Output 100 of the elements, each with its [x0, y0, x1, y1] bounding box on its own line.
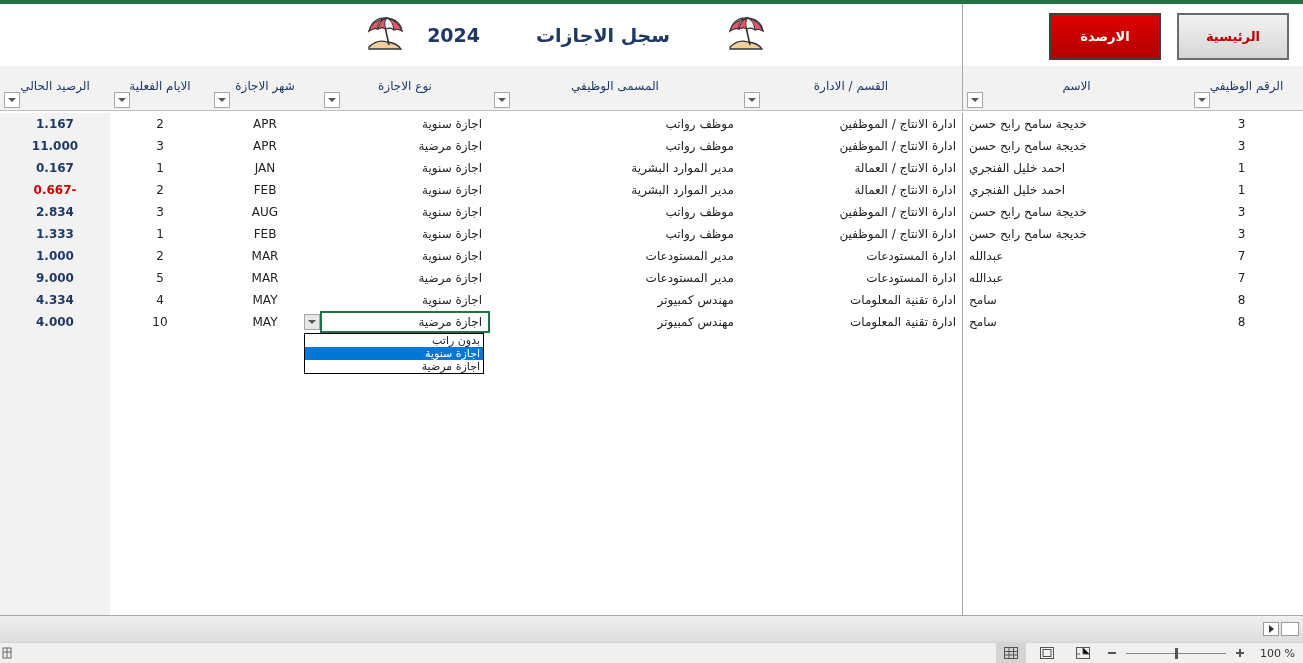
employee-id-cell: 7 [1237, 249, 1246, 263]
normal-view-button[interactable] [996, 643, 1027, 663]
days-cell: 2 [156, 249, 164, 263]
name-cell: احمد خليل الفنجري [969, 161, 1066, 175]
grid-icon [1004, 647, 1019, 659]
filter-button[interactable] [114, 92, 130, 108]
leave-type-cell-text: اجازة سنوية [422, 249, 483, 263]
filter-button[interactable] [214, 92, 230, 108]
leave-month-cell: MAY [252, 293, 278, 307]
filter-button[interactable] [324, 92, 340, 108]
dropdown-option[interactable]: بدون راتب [305, 334, 483, 347]
filter-button[interactable] [1194, 92, 1210, 108]
column-header: الاسم [1062, 79, 1091, 93]
job-title-cell: مدير المستودعات [645, 249, 734, 263]
employee-id-cell: 8 [1237, 293, 1246, 307]
days-cell: 2 [156, 117, 164, 131]
department-cell: ادارة الانتاج / الموظفين [839, 227, 956, 241]
leave-month-cell: AUG [251, 205, 279, 219]
employee-id-cell: 1 [1237, 161, 1246, 175]
dropdown-button[interactable] [304, 314, 320, 330]
name-cell: سامح [969, 293, 997, 307]
leave-month-cell: MAY [252, 315, 278, 329]
filter-button[interactable] [4, 92, 20, 108]
balance-cell: 4.334 [36, 293, 74, 307]
leave-month-cell: MAR [251, 271, 279, 285]
employee-id-cell: 3 [1237, 205, 1246, 219]
balance-cell: 1.167 [36, 117, 74, 131]
days-cell: 4 [156, 293, 164, 307]
employee-id-cell: 8 [1237, 315, 1246, 329]
job-title-cell: موظف رواتب [665, 117, 734, 131]
days-cell: 5 [156, 271, 164, 285]
balances-button[interactable]: الارصدة [1049, 13, 1161, 60]
leave-type-cell-text: اجازة سنوية [422, 227, 483, 241]
department-cell: ادارة تقنية المعلومات [849, 315, 956, 329]
leave-type-cell-text: اجازة سنوية [422, 161, 483, 175]
department-cell: ادارة الانتاج / العمالة [854, 183, 956, 197]
department-cell: ادارة الانتاج / الموظفين [839, 205, 956, 219]
column-header: الرصيد الحالي [20, 79, 90, 93]
department-cell: ادارة الانتاج / الموظفين [839, 139, 956, 153]
job-title-cell: مدير الموارد البشرية [631, 183, 734, 197]
department-cell: ادارة تقنية المعلومات [849, 293, 956, 307]
balance-cell: 1.333 [36, 227, 74, 241]
leave-month-cell: JAN [254, 161, 276, 175]
horizontal-scrollbar[interactable] [1281, 622, 1299, 636]
name-cell: احمد خليل الفنجري [969, 183, 1066, 197]
days-cell: 3 [156, 139, 164, 153]
job-title-cell: موظف رواتب [665, 205, 734, 219]
employee-id-cell: 7 [1237, 271, 1246, 285]
column-header: الايام الفعلية [129, 79, 191, 93]
filter-button[interactable] [744, 92, 760, 108]
employee-id-cell: 1 [1237, 183, 1246, 197]
sheet-title: سجل الاجازات [536, 24, 670, 46]
job-title-cell: موظف رواتب [665, 227, 734, 241]
zoom-slider-thumb[interactable] [1174, 647, 1178, 659]
balance-cell: 2.834 [36, 205, 74, 219]
name-cell: عبدالله [969, 249, 1004, 263]
leave-type-cell-text: اجازة مرضية [418, 271, 483, 285]
home-button[interactable]: الرئيسية [1177, 13, 1289, 60]
filter-button[interactable] [494, 92, 510, 108]
leave-month-cell: APR [253, 139, 277, 153]
employee-id-cell: 3 [1237, 227, 1246, 241]
name-cell: خديجة سامح رابح حسن [969, 139, 1088, 153]
job-title-cell: مدير الموارد البشرية [631, 161, 734, 175]
job-title-cell: موظف رواتب [665, 139, 734, 153]
balance-cell: 9.000 [36, 271, 74, 285]
department-cell: ادارة الانتاج / العمالة [854, 161, 956, 175]
name-cell: خديجة سامح رابح حسن [969, 205, 1088, 219]
page-break-icon [1076, 647, 1091, 659]
department-cell: ادارة المستودعات [866, 271, 956, 285]
days-cell: 3 [156, 205, 164, 219]
days-cell: 1 [156, 161, 164, 175]
column-header: نوع الاجازة [378, 79, 432, 93]
name-cell: خديجة سامح رابح حسن [969, 227, 1088, 241]
leave-type-cell-text: اجازة سنوية [422, 117, 483, 131]
scroll-right-button[interactable] [1263, 622, 1279, 636]
leave-type-cell-text: اجازة سنوية [422, 183, 483, 197]
leave-type-cell-text: اجازة سنوية [422, 293, 483, 307]
filter-button[interactable] [967, 92, 983, 108]
zoom-level: 100 % [1260, 646, 1295, 660]
year-label: 2024 [427, 24, 480, 46]
leave-month-cell: FEB [253, 227, 277, 241]
dropdown-option[interactable]: اجازة مرضية [305, 360, 483, 373]
balance-cell: -0.667 [33, 183, 77, 197]
column-header: المسمى الوظيفي [571, 79, 659, 93]
employee-id-cell: 3 [1237, 117, 1246, 131]
column-header: القسم / الادارة [813, 79, 889, 93]
active-cell[interactable]: اجازة مرضية [320, 311, 490, 333]
job-title-cell: مهندس كمبيوتر [657, 293, 734, 307]
balance-cell: 0.167 [36, 161, 74, 175]
leave-month-cell: APR [253, 117, 277, 131]
leave-type-cell-text: اجازة سنوية [422, 205, 483, 219]
days-cell: 1 [156, 227, 164, 241]
job-title-cell: مهندس كمبيوتر [657, 315, 734, 329]
balance-cell: 1.000 [36, 249, 74, 263]
sheet-icon [2, 647, 12, 659]
page-layout-icon [1040, 647, 1055, 659]
days-cell: 2 [156, 183, 164, 197]
employee-id-cell: 3 [1237, 139, 1246, 153]
dropdown-option[interactable]: اجازة سنوية [305, 347, 483, 360]
balance-cell: 11.000 [31, 139, 79, 153]
